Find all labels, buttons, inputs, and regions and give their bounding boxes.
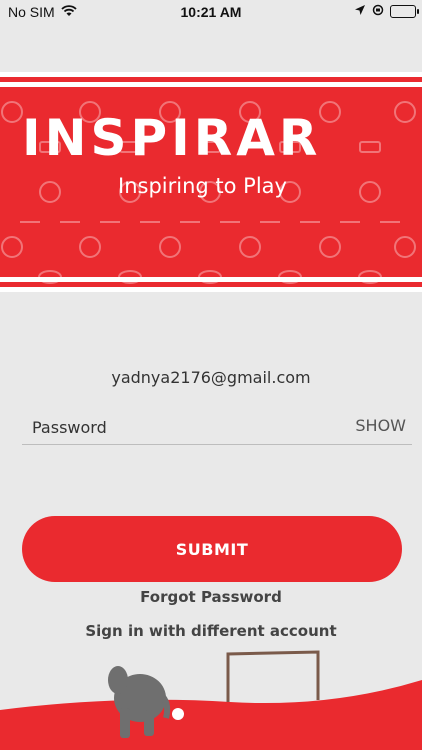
tagline: Inspiring to Play xyxy=(118,174,287,198)
status-right xyxy=(354,3,419,19)
show-password-button[interactable]: SHOW xyxy=(355,416,406,435)
brand-banner: INSPIRAR Inspiring to Play xyxy=(0,72,422,292)
status-bar: No SIM 10:21 AM xyxy=(0,0,422,24)
password-field-row: SHOW xyxy=(22,412,412,445)
goal-post-icon xyxy=(226,650,320,702)
forgot-password-link[interactable]: Forgot Password xyxy=(0,588,422,606)
orientation-lock-icon xyxy=(372,3,384,19)
submit-button[interactable]: SUBMIT xyxy=(22,516,402,582)
password-input[interactable] xyxy=(22,412,344,442)
battery-icon xyxy=(390,4,419,18)
red-ground-shape xyxy=(0,680,422,750)
logo-text: INSPIRAR xyxy=(22,109,322,167)
location-arrow-icon xyxy=(354,3,366,19)
ball-icon xyxy=(172,708,184,720)
sign-in-different-account-link[interactable]: Sign in with different account xyxy=(0,622,422,640)
logo: INSPIRAR xyxy=(22,110,321,166)
account-email: yadnya2176@gmail.com xyxy=(111,368,311,387)
elephant-goal-illustration xyxy=(0,650,422,750)
